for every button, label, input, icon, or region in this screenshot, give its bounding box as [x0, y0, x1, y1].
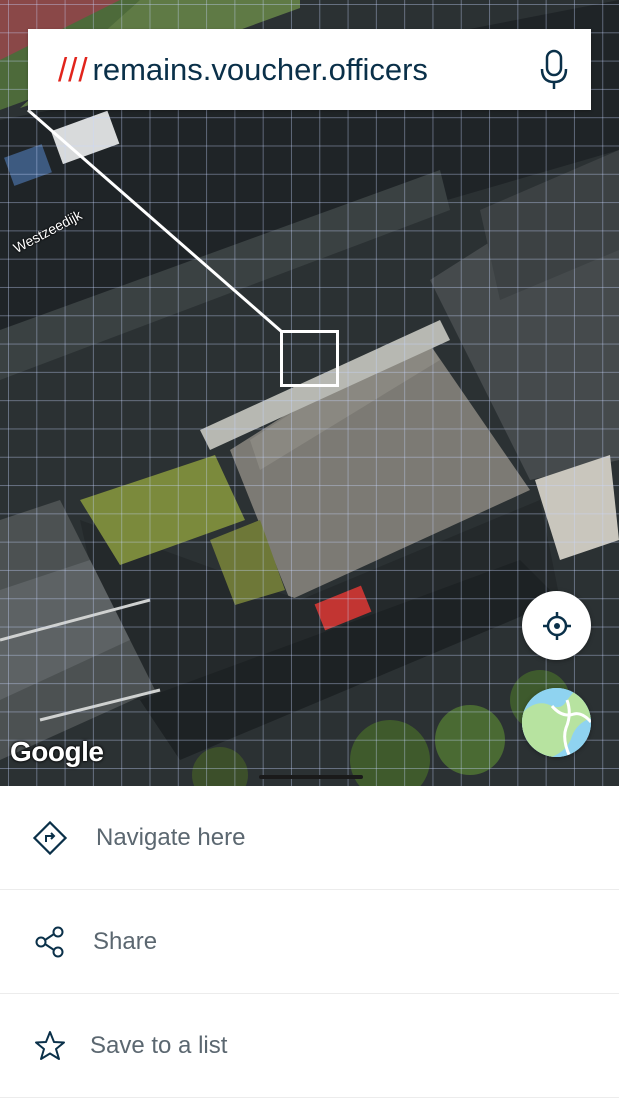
locate-me-button[interactable] [522, 591, 591, 660]
microphone-icon[interactable] [539, 49, 569, 91]
share-icon [35, 926, 64, 958]
map-type-button[interactable] [522, 688, 591, 757]
selected-square[interactable] [280, 330, 339, 387]
action-label: Navigate here [96, 823, 246, 851]
map-layer-icon [522, 688, 591, 757]
action-navigate-here[interactable]: Navigate here [0, 786, 619, 890]
drag-handle[interactable] [259, 775, 363, 779]
google-attribution: Google [10, 736, 104, 767]
action-share[interactable]: Share [0, 890, 619, 994]
three-word-slashes: /// [58, 51, 89, 88]
action-label: Save to a list [90, 1031, 228, 1059]
action-label: Share [93, 927, 158, 955]
action-list: Navigate here Share Save to a list [0, 786, 619, 1100]
three-word-address[interactable]: remains.voucher.officers [93, 54, 428, 85]
search-bar[interactable]: /// remains.voucher.officers [28, 29, 591, 110]
satellite-imagery [0, 0, 619, 786]
star-icon [35, 1031, 65, 1060]
action-save-to-list[interactable]: Save to a list [0, 994, 619, 1098]
navigate-diamond-icon [32, 820, 68, 856]
crosshair-icon [542, 611, 571, 640]
map-view[interactable]: Westzeedijk /// remains.voucher.officers… [0, 0, 619, 786]
